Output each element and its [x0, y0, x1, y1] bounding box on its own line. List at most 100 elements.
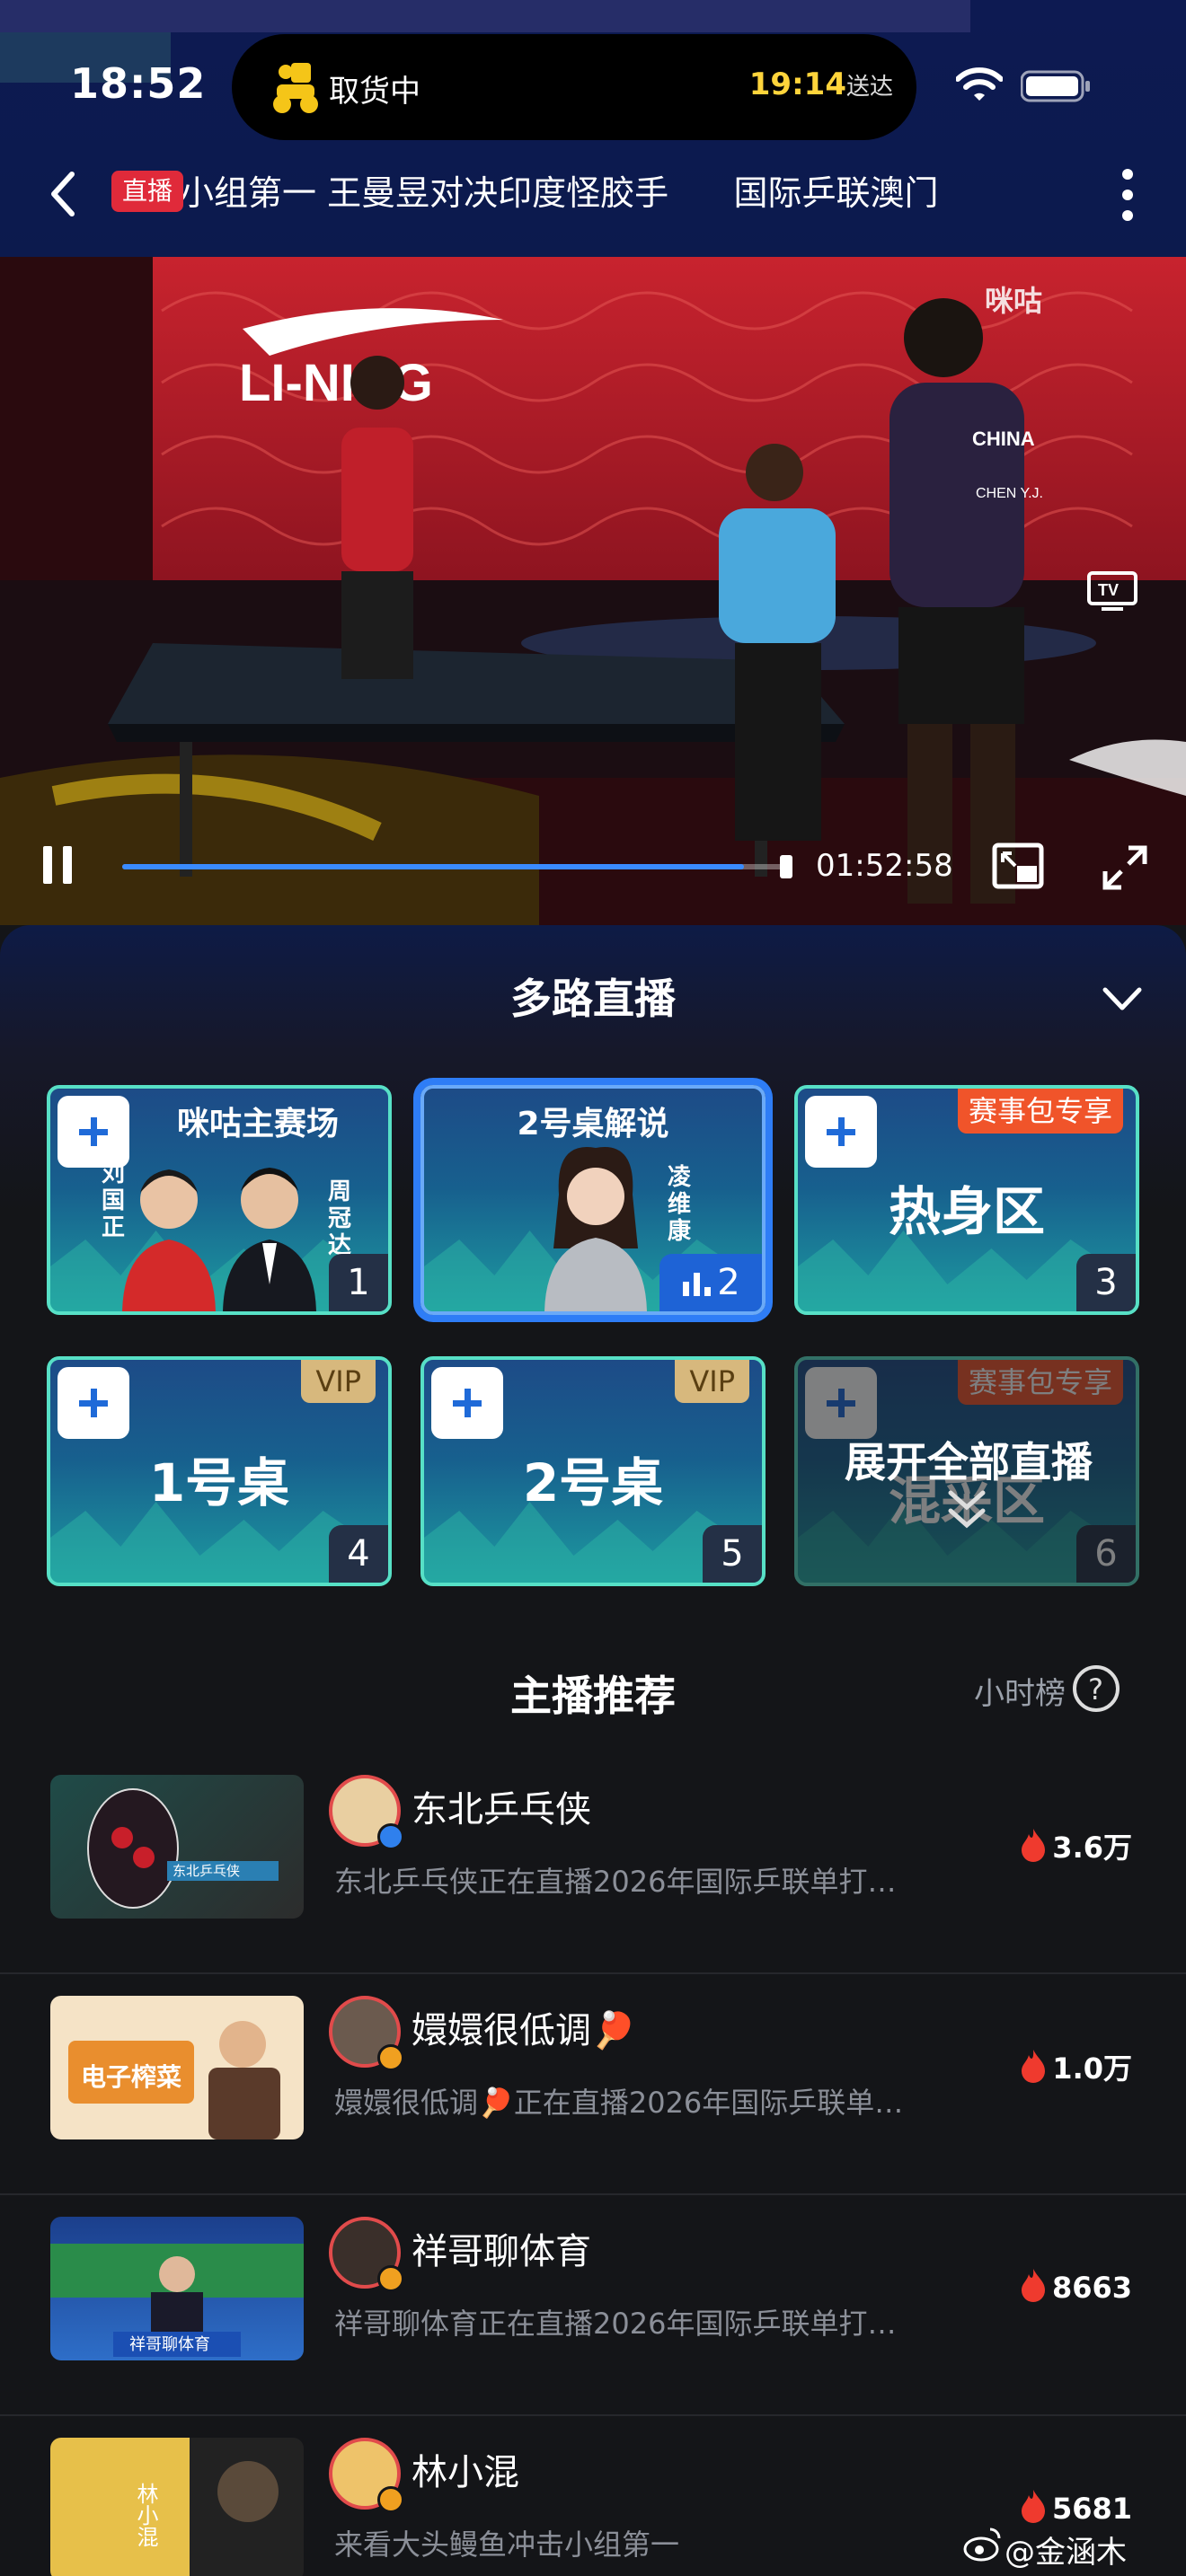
picture-in-picture-icon[interactable]: [992, 842, 1044, 889]
card-label: 咪咕主赛场: [176, 1106, 339, 1142]
wifi-icon: [956, 67, 1003, 101]
top-bar: 18:52 取货中 19:14送达 直播 锁定小组第一 王曼昱对决印度怪胶手 国…: [0, 0, 1186, 257]
streamer-item[interactable]: 电子榨菜 嬛嬛很低调🏓 嬛嬛很低调🏓正在直播2026年国际乒联单… 1.0万: [0, 1974, 1186, 2195]
stream-thumbnail: 祥哥聊体育: [50, 2217, 304, 2360]
back-icon[interactable]: [43, 169, 84, 219]
card-label: 2号桌: [522, 1452, 664, 1513]
delivery-eta: 19:14送达: [749, 66, 893, 102]
watermark-text: @金涵木: [1005, 2535, 1127, 2571]
add-icon[interactable]: [805, 1096, 877, 1168]
thumbnail-art: 祥哥聊体育: [50, 2244, 304, 2357]
add-icon[interactable]: [431, 1367, 503, 1439]
host-name-right: 周冠达: [327, 1178, 351, 1259]
heat-value: 8663: [1051, 2271, 1132, 2305]
stream-description: 来看大头鳗鱼冲击小组第一: [334, 2527, 680, 2562]
thumbnail-text: 祥哥聊体育: [129, 2335, 210, 2354]
streamer-item[interactable]: 祥哥聊体育 祥哥聊体育 祥哥聊体育正在直播2026年国际乒联单打… 8663: [0, 2195, 1186, 2416]
channel-number: 1: [329, 1254, 388, 1311]
battery-icon: [1021, 70, 1090, 102]
pause-icon[interactable]: [40, 844, 75, 886]
exclusive-badge: 赛事包专享: [957, 1089, 1123, 1134]
delivery-rider-icon: [273, 63, 318, 113]
flame-icon: [1021, 2269, 1045, 2302]
banner-strip: [0, 0, 970, 32]
heat-value: 3.6万: [1052, 1831, 1132, 1865]
flame-icon: [1022, 2050, 1046, 2083]
streamer-item[interactable]: 东北乒乓侠 东北乒乓侠 东北乒乓侠正在直播2026年国际乒联单打… 3.6万: [0, 1753, 1186, 1974]
chevron-down-icon[interactable]: [1102, 984, 1143, 1015]
add-icon[interactable]: [58, 1367, 129, 1439]
vip-badge: VIP: [301, 1360, 376, 1403]
tv-cast-icon[interactable]: TV: [1085, 568, 1139, 613]
weibo-icon: [963, 2527, 1001, 2562]
delivery-status: 取货中: [329, 74, 420, 110]
multi-live-title: 多路直播: [510, 975, 676, 1023]
streamer-avatar: [329, 2438, 404, 2513]
channel-number-live: 2: [659, 1254, 762, 1311]
expand-all-label: 展开全部直播: [845, 1438, 1093, 1486]
heat-count: 8663: [1018, 2267, 1132, 2305]
streamer-avatar: [329, 1996, 404, 2071]
status-time: 18:52: [70, 59, 207, 108]
streamer-name: 嬛嬛很低调🏓: [412, 2010, 636, 2051]
channel-number: 4: [329, 1525, 388, 1583]
svg-text:TV: TV: [1098, 581, 1119, 599]
video-player[interactable]: LI-NING 咪咕 CHINA CHEN Y.J.: [0, 257, 1186, 925]
live-channel-card-warmup[interactable]: 赛事包专享 热身区 3: [794, 1085, 1139, 1315]
jersey-text: CHINA: [972, 428, 1035, 450]
host-avatar: [122, 1169, 216, 1311]
heat-count: 3.6万: [1018, 1825, 1132, 1866]
streamer-avatar: [329, 1775, 404, 1850]
more-icon[interactable]: [1114, 167, 1141, 223]
eta-time: 19:14: [748, 66, 846, 102]
expand-all-live-button[interactable]: 展开全部直播: [789, 1354, 1148, 1592]
vip-badge: VIP: [675, 1360, 749, 1403]
stream-thumbnail: 东北乒乓侠: [50, 1775, 304, 1919]
live-channel-card-commentary[interactable]: 2号桌解说 凌维康 2: [420, 1085, 766, 1315]
live-title: 锁定小组第一 王曼昱对决印度怪胶手 国际乒联澳门: [111, 173, 939, 213]
thumbnail-art: 东北乒乓侠: [87, 1788, 279, 1909]
live-bars-icon: [683, 1273, 712, 1296]
streamer-name: 林小混: [412, 2452, 519, 2493]
channel-number: 5: [703, 1525, 762, 1583]
streamer-name: 东北乒乓侠: [412, 1789, 591, 1831]
live-channel-card-table2[interactable]: VIP 2号桌 5: [420, 1356, 766, 1586]
stream-thumbnail: 电子榨菜: [50, 1996, 304, 2139]
heat-value: 1.0万: [1052, 2051, 1132, 2086]
video-time: 01:52:58: [816, 848, 953, 884]
card-label: 2号桌解说: [517, 1106, 669, 1142]
hourly-rank-link[interactable]: 小时榜: [974, 1669, 1066, 1713]
progress-thumb[interactable]: [780, 855, 792, 878]
thumbnail-text: 电子榨菜: [81, 2062, 181, 2092]
host-avatar: [223, 1168, 316, 1311]
live-title-marquee[interactable]: 直播 锁定小组第一 王曼昱对决印度怪胶手 国际乒联澳门: [111, 167, 1091, 219]
live-channel-card-main[interactable]: 咪咕主赛场 刘国正 周冠达 1: [47, 1085, 392, 1315]
thumbnail-art: 林小混: [133, 2461, 279, 2547]
fullscreen-icon[interactable]: [1100, 842, 1150, 893]
stream-description: 祥哥聊体育正在直播2026年国际乒联单打…: [334, 2307, 897, 2341]
stream-description: 嬛嬛很低调🏓正在直播2026年国际乒联单…: [334, 2086, 904, 2120]
thumbnail-art: 电子榨菜: [68, 2021, 280, 2139]
channel-number: 2: [717, 1262, 740, 1303]
streamer-avatar: [329, 2217, 404, 2292]
heat-count: 5681: [1018, 2488, 1132, 2526]
flame-icon: [1021, 2490, 1045, 2523]
thumbnail-text: 东北乒乓侠: [173, 1863, 240, 1879]
eta-suffix: 送达: [845, 74, 893, 101]
double-chevron-down-icon: [948, 1490, 986, 1529]
card-label: 1号桌: [148, 1452, 290, 1513]
stream-thumbnail: 林小混: [50, 2438, 304, 2576]
jersey-name: CHEN Y.J.: [976, 486, 1043, 501]
delivery-live-activity[interactable]: 取货中 19:14送达: [232, 34, 916, 140]
progress-fill: [122, 864, 744, 869]
video-frame: LI-NING 咪咕 CHINA CHEN Y.J.: [0, 257, 1186, 925]
host-avatar: [544, 1147, 647, 1311]
card-label: 热身区: [888, 1181, 1045, 1242]
streamer-name: 祥哥聊体育: [412, 2231, 591, 2272]
migu-watermark: 咪咕: [985, 285, 1042, 317]
live-badge: 直播: [111, 171, 184, 212]
heat-value: 5681: [1051, 2492, 1132, 2526]
help-icon[interactable]: ?: [1071, 1663, 1121, 1714]
live-channel-card-table1[interactable]: VIP 1号桌 4: [47, 1356, 392, 1586]
progress-bar[interactable]: [122, 864, 791, 869]
